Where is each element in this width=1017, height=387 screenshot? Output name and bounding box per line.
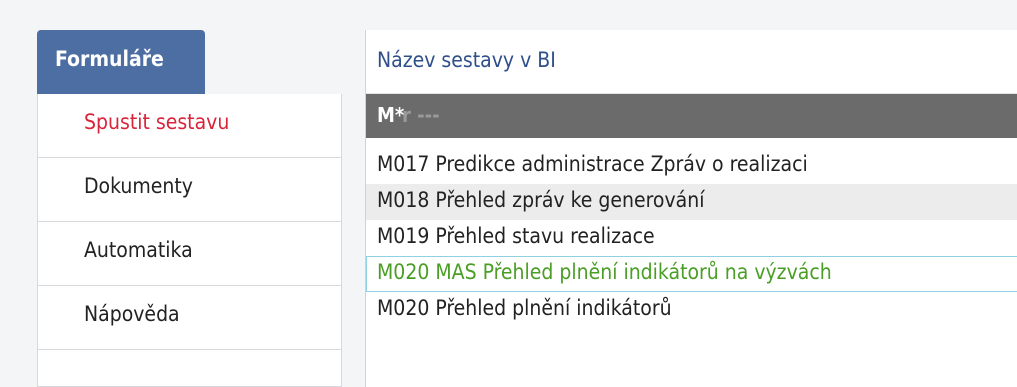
column-header-label: Název sestavy v BI	[377, 48, 556, 72]
forms-menu: Spustit sestavu Dokumenty Automatika Náp…	[37, 94, 342, 387]
filter-input-value: M*	[377, 103, 405, 127]
forms-tab[interactable]: Formuláře	[37, 30, 205, 94]
list-item[interactable]: M019 Přehled stavu realizace	[366, 220, 1017, 256]
menu-item-automation[interactable]: Automatika	[38, 222, 341, 286]
forms-panel: Formuláře Spustit sestavu Dokumenty Auto…	[0, 0, 350, 387]
menu-item-run-report[interactable]: Spustit sestavu	[38, 94, 341, 158]
menu-item-label: Dokumenty	[84, 174, 193, 198]
list-item[interactable]: M020 Přehled plnění indikátorů	[366, 292, 1017, 328]
list-item[interactable]: M018 Přehled zpráv ke generování	[366, 184, 1017, 220]
report-name-column-header: Název sestavy v BI	[366, 30, 1017, 94]
forms-tab-label: Formuláře	[55, 47, 164, 71]
list-item-label: M017 Predikce administrace Zpráv o reali…	[377, 152, 808, 176]
menu-item-label: Automatika	[84, 238, 193, 262]
list-item-label: M020 MAS Přehled plnění indikátorů na vý…	[377, 260, 832, 284]
filter-input-placeholder: r ---	[402, 103, 440, 127]
list-item-partially-hidden	[366, 138, 1017, 148]
list-item[interactable]: M017 Predikce administrace Zpráv o reali…	[366, 148, 1017, 184]
list-item-label: M018 Přehled zpráv ke generování	[377, 188, 705, 212]
list-item-label: M019 Přehled stavu realizace	[377, 224, 655, 248]
menu-item-label: Nápověda	[84, 302, 180, 326]
list-item-label: M020 Přehled plnění indikátorů	[377, 296, 672, 320]
list-item-highlighted[interactable]: M020 MAS Přehled plnění indikátorů na vý…	[366, 256, 1017, 292]
menu-item-documents[interactable]: Dokumenty	[38, 158, 341, 222]
menu-item-help[interactable]: Nápověda	[38, 286, 341, 350]
report-filter-input[interactable]: M* r ---	[366, 94, 1017, 138]
menu-item-label: Spustit sestavu	[84, 110, 230, 134]
report-list: Název sestavy v BI M* r --- M017 Predikc…	[365, 30, 1017, 387]
